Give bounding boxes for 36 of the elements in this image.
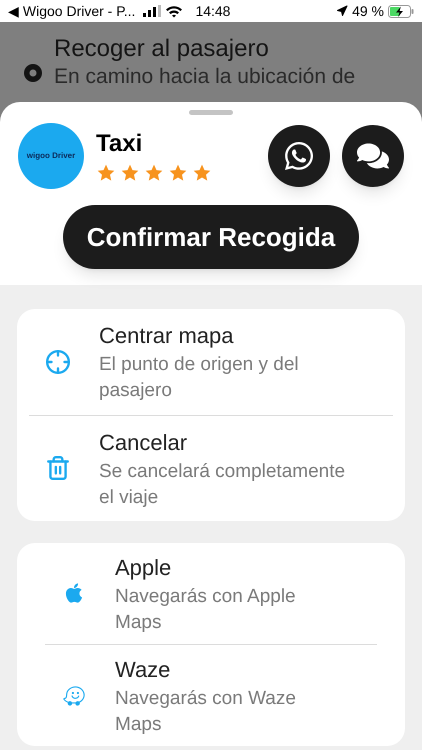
location-dot-icon — [24, 64, 42, 82]
trip-status-title: Recoger al pasajero — [54, 34, 270, 64]
star-icon — [96, 163, 116, 184]
location-arrow-icon — [336, 5, 348, 17]
crosshair-icon — [45, 348, 71, 375]
star-icon — [168, 163, 188, 184]
action-item[interactable]: Centrar mapa El punto de origen y del pasajero — [29, 309, 393, 414]
company-logo: wigoo Driver — [18, 123, 84, 190]
navigation-item[interactable]: Apple Navegarás con Apple Maps — [45, 542, 377, 644]
whatsapp-icon — [283, 140, 315, 172]
action-description: Se cancelará completamente el viaje — [99, 460, 346, 510]
star-icon — [120, 163, 140, 184]
navigation-item[interactable]: Waze Navegarás con Waze Maps — [45, 644, 377, 746]
navigation-title: Waze — [115, 656, 172, 684]
back-to-app-link[interactable]: ◀ Wigoo Driver - P... — [8, 0, 136, 22]
action-title: Cancelar — [99, 428, 188, 456]
confirm-pickup-button[interactable]: Confirmar Recogida — [62, 205, 360, 270]
wifi-icon — [165, 4, 184, 18]
trip-status-subtitle: En camino hacia la ubicación de — [54, 64, 356, 90]
driver-name: Taxi — [96, 129, 144, 160]
action-title: Centrar mapa — [99, 322, 235, 350]
navigation-description: Navegarás con Waze Maps — [115, 687, 297, 738]
battery-percent: 49 % — [352, 2, 384, 20]
navigation-title: Apple — [115, 554, 172, 582]
star-icon — [192, 163, 212, 184]
clock: 14:48 — [195, 2, 230, 20]
navigation-description: Navegarás con Apple Maps — [115, 584, 297, 635]
battery-charging-icon — [388, 4, 414, 18]
trash-icon — [45, 455, 71, 482]
action-description: El punto de origen y del pasajero — [99, 353, 300, 404]
signal-icon — [143, 5, 162, 17]
apple-icon — [63, 582, 85, 604]
action-item[interactable]: Cancelar Se cancelará completamente el viaje — [29, 414, 393, 521]
star-icon — [144, 163, 164, 184]
drag-handle[interactable] — [189, 110, 233, 116]
smiley-face-icon — [63, 684, 85, 707]
